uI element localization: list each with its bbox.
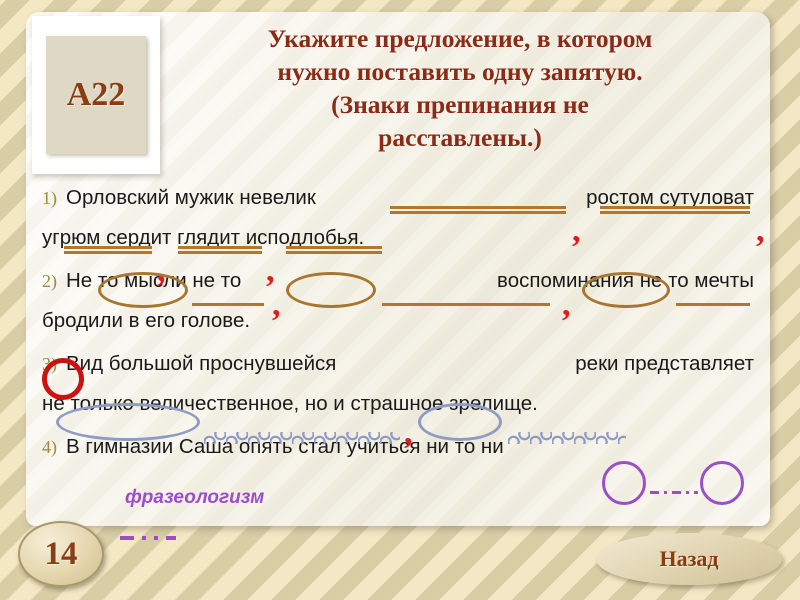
back-button-label: Назад <box>659 546 719 571</box>
options-list: 1) Орловский мужик невелик ростом сутулов… <box>42 178 758 470</box>
option-4[interactable]: 4) В гимназии Саша опять стал учиться ни … <box>42 427 758 467</box>
option-1-text-b: ростом сутуловат <box>586 186 754 209</box>
option-2-text-a: Не то мысли не то <box>66 269 242 292</box>
title-line-4: расставлены.) <box>378 123 542 153</box>
option-1-line-1: 1) Орловский мужик невелик ростом сутулов… <box>42 178 754 218</box>
option-2-line-1: 2) Не то мысли не то воспоминания не то м… <box>42 261 754 301</box>
slide-canvas: A22 Укажите предложение, в котором нужно… <box>0 0 800 600</box>
option-1-line-2: угрюм сердит глядит исподлобья. <box>42 218 758 258</box>
page-title: Укажите предложение, в котором нужно пос… <box>180 22 740 155</box>
task-code-label: A22 <box>66 76 126 113</box>
task-code-inner: A22 <box>46 36 146 154</box>
option-1[interactable]: 1) Орловский мужик невелик ростом сутулов… <box>42 178 758 258</box>
option-3-line-1: 3) Вид большой проснувшейся реки представ… <box>42 344 754 384</box>
option-4-text-a: В гимназии Саша опять стал учиться ни то… <box>66 435 504 458</box>
page-number-badge: 14 <box>18 521 104 587</box>
option-2-text-c: бродили в его голове. <box>42 309 251 332</box>
option-3-text-a: Вид большой проснувшейся <box>66 352 337 375</box>
title-line-2: нужно поставить одну запятую. <box>277 57 643 87</box>
title-line-3: (Знаки препинания не <box>331 90 589 120</box>
back-button[interactable]: Назад <box>596 533 782 585</box>
option-1-number: 1) <box>42 188 57 208</box>
option-3-text-c: не только величественное, но и страшное … <box>42 392 538 415</box>
option-2-text-b: воспоминания не то мечты <box>497 269 754 292</box>
option-2-line-2: бродили в его голове. <box>42 301 758 341</box>
option-4-line-1: 4) В гимназии Саша опять стал учиться ни … <box>42 427 758 467</box>
title-line-1: Укажите предложение, в котором <box>267 24 653 53</box>
option-3-number: 3) <box>42 354 57 374</box>
page-number-label: 14 <box>44 535 78 572</box>
phraseologism-dashdot-line <box>120 536 176 540</box>
option-3[interactable]: 3) Вид большой проснувшейся реки представ… <box>42 344 758 424</box>
phraseologism-annotation: фразеологизм <box>125 487 265 508</box>
option-4-number: 4) <box>42 437 57 457</box>
option-3-line-2: не только величественное, но и страшное … <box>42 384 758 424</box>
task-code-box: A22 <box>32 16 160 174</box>
option-1-text-c: угрюм сердит глядит исподлобья. <box>42 226 365 249</box>
option-1-text-a: Орловский мужик невелик <box>66 186 316 209</box>
option-2-number: 2) <box>42 271 57 291</box>
option-3-text-b: реки представляет <box>575 352 754 375</box>
option-2[interactable]: 2) Не то мысли не то воспоминания не то м… <box>42 261 758 341</box>
